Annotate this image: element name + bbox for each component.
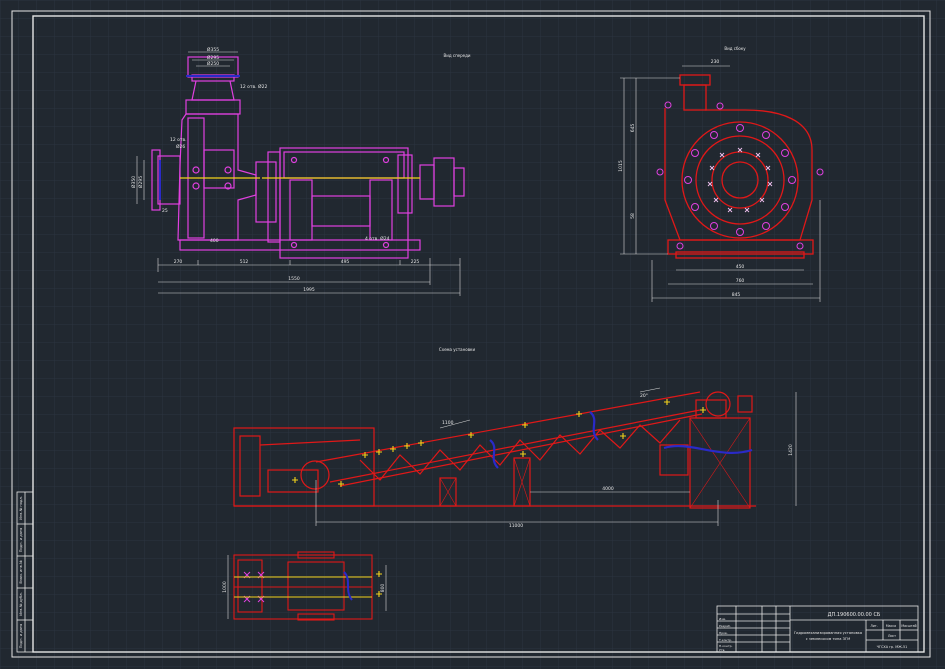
- cad-drawing-canvas: Вид спереди Ø355 Ø295 Ø250 12 отв. Ø22 1…: [0, 0, 945, 669]
- conveyor-title: Схема установки: [439, 347, 476, 352]
- title-col-mass: Масса: [886, 624, 896, 628]
- title-row-3: Пров.: [719, 631, 728, 635]
- overall-dim-2: 1995: [303, 287, 315, 293]
- title-row-1: Изм.: [719, 617, 726, 621]
- title-sheet: Лист: [888, 634, 896, 638]
- bottom-small-dim: 400: [210, 238, 219, 244]
- grid-background: [0, 0, 945, 669]
- conveyor-span-label: 1100: [442, 420, 454, 426]
- side-stamp-cell-5: Подп. и дата: [19, 624, 23, 648]
- left-dim-1: Ø350: [130, 176, 137, 188]
- side-left-dim-upper: 645: [630, 124, 636, 133]
- conveyor-lower-dim: 4000: [602, 486, 614, 492]
- title-description-1: Гидромеханизированная установка: [794, 631, 862, 635]
- side-bottom-dim-mid: 760: [736, 278, 745, 284]
- flange-dim-1: Ø355: [207, 46, 219, 53]
- hole-note-top: 12 отв. Ø22: [240, 83, 267, 90]
- side-left-dim-total: 1015: [618, 160, 624, 172]
- title-col-lit: Лит.: [870, 624, 877, 628]
- chain-dim-4: 225: [411, 259, 420, 265]
- title-row-2: Разраб.: [719, 624, 731, 628]
- side-stamp-cell-3: Взам. инв.№: [19, 560, 23, 584]
- side-stamp-cell-1: Инв.№ подл.: [19, 496, 23, 520]
- hole-note-base: 4 отв. Ø24: [365, 235, 390, 242]
- title-row-6: Утв.: [719, 648, 725, 652]
- flange-dim-3: Ø250: [207, 60, 219, 67]
- front-view-title: Вид спереди: [443, 53, 470, 58]
- plan-left-dim: 1000: [222, 581, 228, 593]
- side-left-dim-lower: 58: [630, 213, 636, 219]
- side-bottom-dim-inner: 450: [736, 264, 745, 270]
- side-stamp-cell-2: Подп. и дата: [19, 528, 23, 552]
- side-top-dim: 230: [711, 59, 720, 65]
- conveyor-height-label: 1420: [788, 444, 794, 456]
- flange-dim-2: Ø295: [207, 54, 219, 61]
- hole-note-side-size: Ø26: [176, 143, 185, 150]
- title-row-4: Т.контр.: [718, 638, 732, 642]
- chain-dim-2: 512: [240, 259, 249, 265]
- left-small-dim: 25: [162, 208, 168, 214]
- chain-dim-3: 495: [341, 259, 350, 265]
- plan-right-dim: 800: [380, 584, 386, 593]
- left-dim-2: Ø295: [137, 176, 144, 188]
- side-stamp-cell-4: Инв.№ дубл.: [19, 592, 23, 615]
- title-org: ЧГСХА гр. МЖ-51: [877, 645, 908, 649]
- hole-note-side: 12 отв.: [170, 137, 187, 143]
- side-view-title: Вид сбоку: [724, 46, 746, 51]
- title-description-2: с землесосом типа ЗГМ: [806, 637, 850, 641]
- conveyor-angle-label: 20°: [640, 393, 648, 399]
- overall-dim-1: 1550: [288, 276, 300, 282]
- chain-dim-1: 270: [174, 259, 183, 265]
- conveyor-base-dim: 11000: [509, 523, 523, 529]
- side-bottom-dim-outer: 845: [732, 292, 741, 298]
- title-col-scale: Масштаб: [901, 624, 916, 628]
- side-stamp-labels: Инв.№ подл. Подп. и дата Взам. инв.№ Инв…: [19, 496, 23, 648]
- title-designation: ДП.190600.00.00 СБ: [828, 612, 881, 618]
